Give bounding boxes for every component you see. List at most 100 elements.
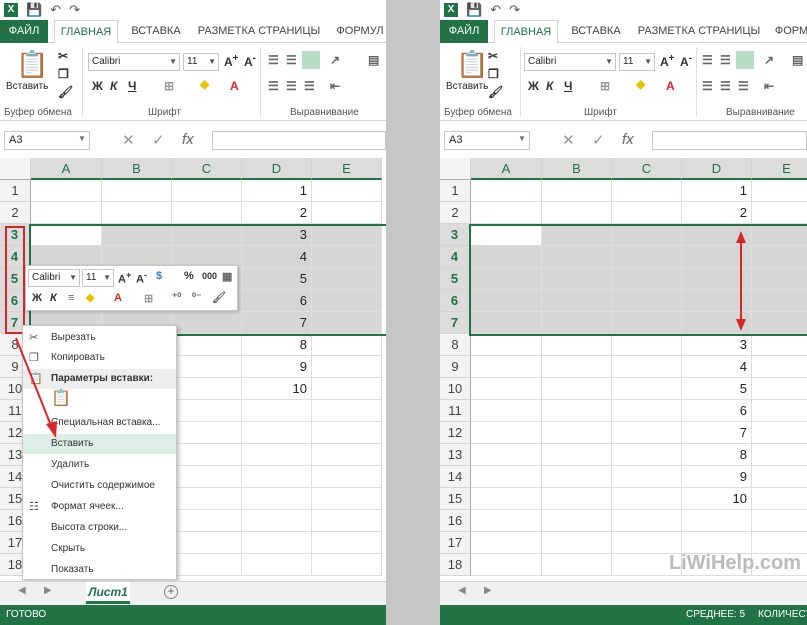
cell-d16[interactable] (682, 510, 752, 532)
redo-icon[interactable]: ↷ (509, 2, 520, 18)
undo-icon[interactable]: ↶ (50, 2, 61, 18)
cell-d1[interactable]: 1 (242, 180, 312, 202)
align-middle-icon[interactable]: ☰ (720, 53, 731, 67)
menu-item-8[interactable]: ☷ Формат ячеек... (23, 497, 176, 517)
cell-b2[interactable] (542, 202, 612, 224)
percent-button[interactable]: % (184, 270, 194, 282)
tab-formulas[interactable]: ФОРМУЛ (330, 20, 386, 43)
tab-file[interactable]: ФАЙЛ (0, 20, 48, 43)
tab-page-layout[interactable]: РАЗМЕТКА СТРАНИЦЫ (194, 20, 324, 43)
row-header[interactable]: 11 (440, 400, 471, 422)
orientation-icon[interactable]: ↗ (764, 53, 774, 67)
cell-e10[interactable] (752, 378, 807, 400)
cell-e11[interactable] (312, 400, 382, 422)
formula-input[interactable] (212, 131, 386, 150)
cell-e16[interactable] (752, 510, 807, 532)
paste-button-label[interactable]: Вставить (446, 81, 488, 92)
cell-a17[interactable] (471, 532, 542, 554)
cell-e2[interactable] (752, 202, 807, 224)
font-color-icon[interactable]: A (666, 79, 675, 93)
fill-color-icon[interactable]: ◆ (636, 77, 645, 91)
menu-item-7[interactable]: Очистить содержимое (23, 476, 176, 496)
cell-c15[interactable] (172, 488, 242, 510)
cell-c16[interactable] (612, 510, 682, 532)
increase-decimal-icon[interactable]: ⁺⁰ (172, 292, 181, 303)
row-header[interactable]: 18 (440, 554, 471, 576)
fill-color-icon[interactable]: ◆ (200, 77, 209, 91)
align-center-icon[interactable]: ≡ (68, 292, 74, 304)
cell-d13[interactable] (242, 444, 312, 466)
font-size-combo[interactable]: 11 ▼ (619, 53, 655, 71)
cell-d2[interactable]: 2 (242, 202, 312, 224)
cell-d17[interactable] (682, 532, 752, 554)
cell-d9[interactable]: 9 (242, 356, 312, 378)
sheet-prev-icon[interactable]: ◀ (458, 585, 466, 596)
shrink-font-icon[interactable]: A- (680, 53, 692, 69)
select-all-corner[interactable] (0, 158, 31, 180)
cell-c16[interactable] (172, 510, 242, 532)
row-header[interactable]: 2 (0, 202, 31, 224)
cell-b15[interactable] (542, 488, 612, 510)
grow-font-icon[interactable]: A+ (118, 270, 131, 286)
row-header[interactable]: 12 (440, 422, 471, 444)
tab-home[interactable]: ГЛАВНАЯ (54, 20, 118, 44)
cell-e10[interactable] (312, 378, 382, 400)
cell-a16[interactable] (471, 510, 542, 532)
underline-button[interactable]: Ч (564, 79, 572, 93)
cell-e9[interactable] (752, 356, 807, 378)
cell-d1[interactable]: 1 (682, 180, 752, 202)
menu-item-3[interactable]: 📋 (23, 389, 176, 413)
format-painter-icon[interactable]: 🖌 (488, 85, 503, 99)
column-header-c[interactable]: C (172, 158, 242, 180)
cell-c14[interactable] (612, 466, 682, 488)
font-name-combo[interactable]: Calibri ▼ (524, 53, 616, 71)
font-color-icon[interactable]: A (230, 79, 239, 93)
bold-button[interactable]: Ж (528, 79, 539, 93)
row-header[interactable]: 15 (440, 488, 471, 510)
cell-e2[interactable] (312, 202, 382, 224)
align-top-icon[interactable]: ☰ (702, 53, 713, 67)
enter-icon[interactable]: ✓ (592, 131, 605, 149)
cell-c1[interactable] (172, 180, 242, 202)
mini-italic-button[interactable]: К (50, 292, 57, 304)
cell-a14[interactable] (471, 466, 542, 488)
column-header-b[interactable]: B (542, 158, 612, 180)
cell-e15[interactable] (312, 488, 382, 510)
cell-c2[interactable] (172, 202, 242, 224)
cell-e17[interactable] (752, 532, 807, 554)
cell-c14[interactable] (172, 466, 242, 488)
bold-button[interactable]: Ж (92, 79, 103, 93)
row-header[interactable]: 6 (440, 290, 471, 312)
cell-e11[interactable] (752, 400, 807, 422)
align-bottom-icon[interactable] (302, 51, 320, 69)
cancel-icon[interactable]: ✕ (122, 131, 135, 149)
menu-item-6[interactable]: Удалить (23, 455, 176, 475)
indent-icon[interactable]: ⇤ (764, 79, 774, 93)
cell-a10[interactable] (471, 378, 542, 400)
cell-d10[interactable]: 5 (682, 378, 752, 400)
sheet-next-icon[interactable]: ▶ (484, 585, 492, 596)
cell-a8[interactable] (471, 334, 542, 356)
cell-d18[interactable] (242, 554, 312, 576)
paste-icon[interactable]: 📋 (16, 49, 48, 80)
cell-b1[interactable] (102, 180, 172, 202)
italic-button[interactable]: К (110, 79, 117, 93)
tab-insert[interactable]: ВСТАВКА (124, 20, 188, 43)
cell-d12[interactable]: 7 (682, 422, 752, 444)
underline-button[interactable]: Ч (128, 79, 136, 93)
cell-e14[interactable] (312, 466, 382, 488)
cell-a11[interactable] (471, 400, 542, 422)
menu-item-9[interactable]: Высота строки... (23, 518, 176, 538)
redo-icon[interactable]: ↷ (69, 2, 80, 18)
cut-icon[interactable]: ✂ (58, 49, 68, 63)
cell-e9[interactable] (312, 356, 382, 378)
row-header[interactable]: 7 (440, 312, 471, 334)
menu-item-10[interactable]: Скрыть (23, 539, 176, 559)
formula-input[interactable] (652, 131, 807, 150)
row-header[interactable]: 16 (440, 510, 471, 532)
cell-c8[interactable] (172, 334, 242, 356)
cell-e15[interactable] (752, 488, 807, 510)
cell-c17[interactable] (172, 532, 242, 554)
row-header[interactable]: 1 (440, 180, 471, 202)
cell-e1[interactable] (752, 180, 807, 202)
